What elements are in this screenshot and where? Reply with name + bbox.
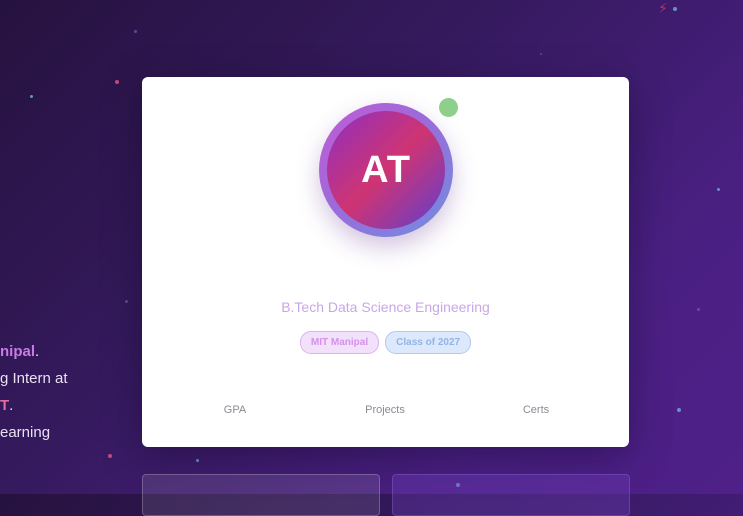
background-star [134,30,137,33]
background-star [30,95,33,98]
background-star [196,459,199,462]
intro-line-2: g Intern at [0,370,68,387]
background-star [115,80,119,84]
background-star [677,408,681,412]
background-star [125,300,128,303]
stat-gpa-label: GPA [223,404,247,416]
avatar: AT [327,111,445,229]
intro-line-3: T. [0,397,13,414]
stat-projects-label: Projects [365,404,405,416]
online-status-dot [439,98,458,117]
intro-line-1: nipal. [0,343,39,360]
background-star [717,188,720,191]
lightning-icon: ⚡ [658,0,668,16]
badge-row: MIT Manipal Class of 2027 [142,331,629,354]
avatar-initials: AT [361,148,411,191]
intro-highlight-school: nipal [0,343,36,360]
background-star [540,53,542,55]
info-card-right[interactable] [392,474,630,516]
profile-card: AT B.Tech Data Science Engineering MIT M… [142,77,629,447]
degree-title: B.Tech Data Science Engineering [281,299,490,315]
stats-row: GPA Projects Certs [142,404,629,418]
background-star [697,308,700,311]
intro-line-4: earning [0,424,51,441]
background-star [673,7,677,11]
intro-punctuation: . [35,343,40,360]
school-badge: MIT Manipal [299,331,380,354]
class-year-badge: Class of 2027 [385,331,472,354]
stat-certs-label: Certs [522,404,550,416]
intro-highlight-company: T [0,397,10,414]
intro-punctuation: . [9,397,14,414]
info-card-left[interactable] [142,474,380,516]
background-star [108,454,112,458]
avatar-ring: AT [319,103,453,237]
